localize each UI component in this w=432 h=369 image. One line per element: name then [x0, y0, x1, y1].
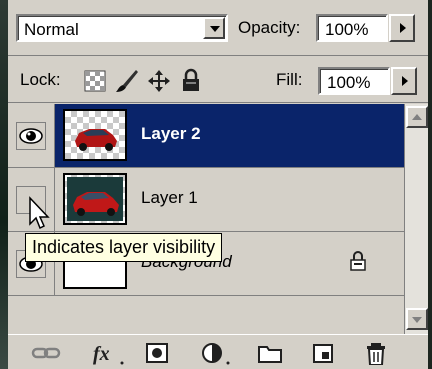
scroll-up-button[interactable] [406, 106, 428, 128]
visibility-toggle[interactable] [8, 104, 55, 168]
opacity-value: 100% [325, 20, 369, 39]
layer-row-layer-1[interactable]: Layer 1 [8, 168, 404, 232]
layer-row-layer-2[interactable]: Layer 2 [8, 104, 404, 168]
background-photo-left [0, 0, 8, 369]
opacity-input[interactable]: 100% [316, 14, 388, 42]
lock-transparency-icon[interactable] [84, 70, 106, 92]
layers-list: Layer 2 Layer 1 [8, 104, 404, 334]
layer-thumbnail [63, 109, 127, 161]
adjustment-icon[interactable] [200, 341, 234, 365]
move-icon[interactable] [146, 68, 172, 94]
fill-value: 100% [327, 73, 371, 92]
opacity-slider-button[interactable] [389, 14, 415, 42]
layer-thumbnail [63, 173, 127, 225]
layer-content[interactable]: Layer 1 [55, 168, 404, 231]
lock-all-icon[interactable] [180, 68, 202, 94]
link-icon[interactable] [30, 341, 64, 365]
svg-text:fx: fx [93, 343, 110, 365]
scroll-down-button[interactable] [406, 308, 428, 330]
background-photo-right [428, 0, 432, 369]
layer-name: Layer 2 [141, 124, 201, 143]
visibility-tooltip: Indicates layer visibility [25, 233, 223, 262]
eye-icon [19, 128, 43, 144]
blend-mode-select[interactable]: Normal [16, 14, 228, 42]
lock-icon [350, 251, 366, 271]
opacity-label: Opacity: [238, 18, 301, 37]
folder-icon[interactable] [256, 341, 284, 365]
new-layer-icon[interactable] [310, 341, 336, 365]
lock-fill-bar: Lock: Fill: 100% [8, 57, 428, 103]
chevron-down-icon[interactable] [203, 17, 225, 39]
layers-bottom-toolbar: fx [8, 334, 428, 369]
fill-label: Fill: [276, 70, 303, 89]
car-thumbnail-icon [75, 129, 117, 151]
car-thumbnail-icon [67, 177, 123, 221]
fill-input[interactable]: 100% [318, 67, 390, 95]
layer-name: Layer 1 [141, 188, 198, 207]
layers-panel: Normal Opacity: 100% Lock: Fill: 100% La… [8, 0, 428, 369]
lock-label: Lock: [20, 70, 61, 89]
layer-content[interactable]: Layer 2 [55, 104, 404, 167]
trash-icon[interactable] [364, 341, 390, 365]
fx-icon[interactable]: fx [90, 341, 128, 365]
layers-scrollbar[interactable] [404, 104, 428, 334]
blend-opacity-bar: Normal Opacity: 100% [8, 0, 428, 56]
blend-mode-value: Normal [24, 20, 79, 39]
mask-icon[interactable] [144, 341, 170, 365]
fill-slider-button[interactable] [391, 67, 417, 95]
mouse-cursor-icon [29, 196, 50, 230]
empty-list-area [8, 296, 404, 334]
brush-icon[interactable] [114, 68, 140, 94]
